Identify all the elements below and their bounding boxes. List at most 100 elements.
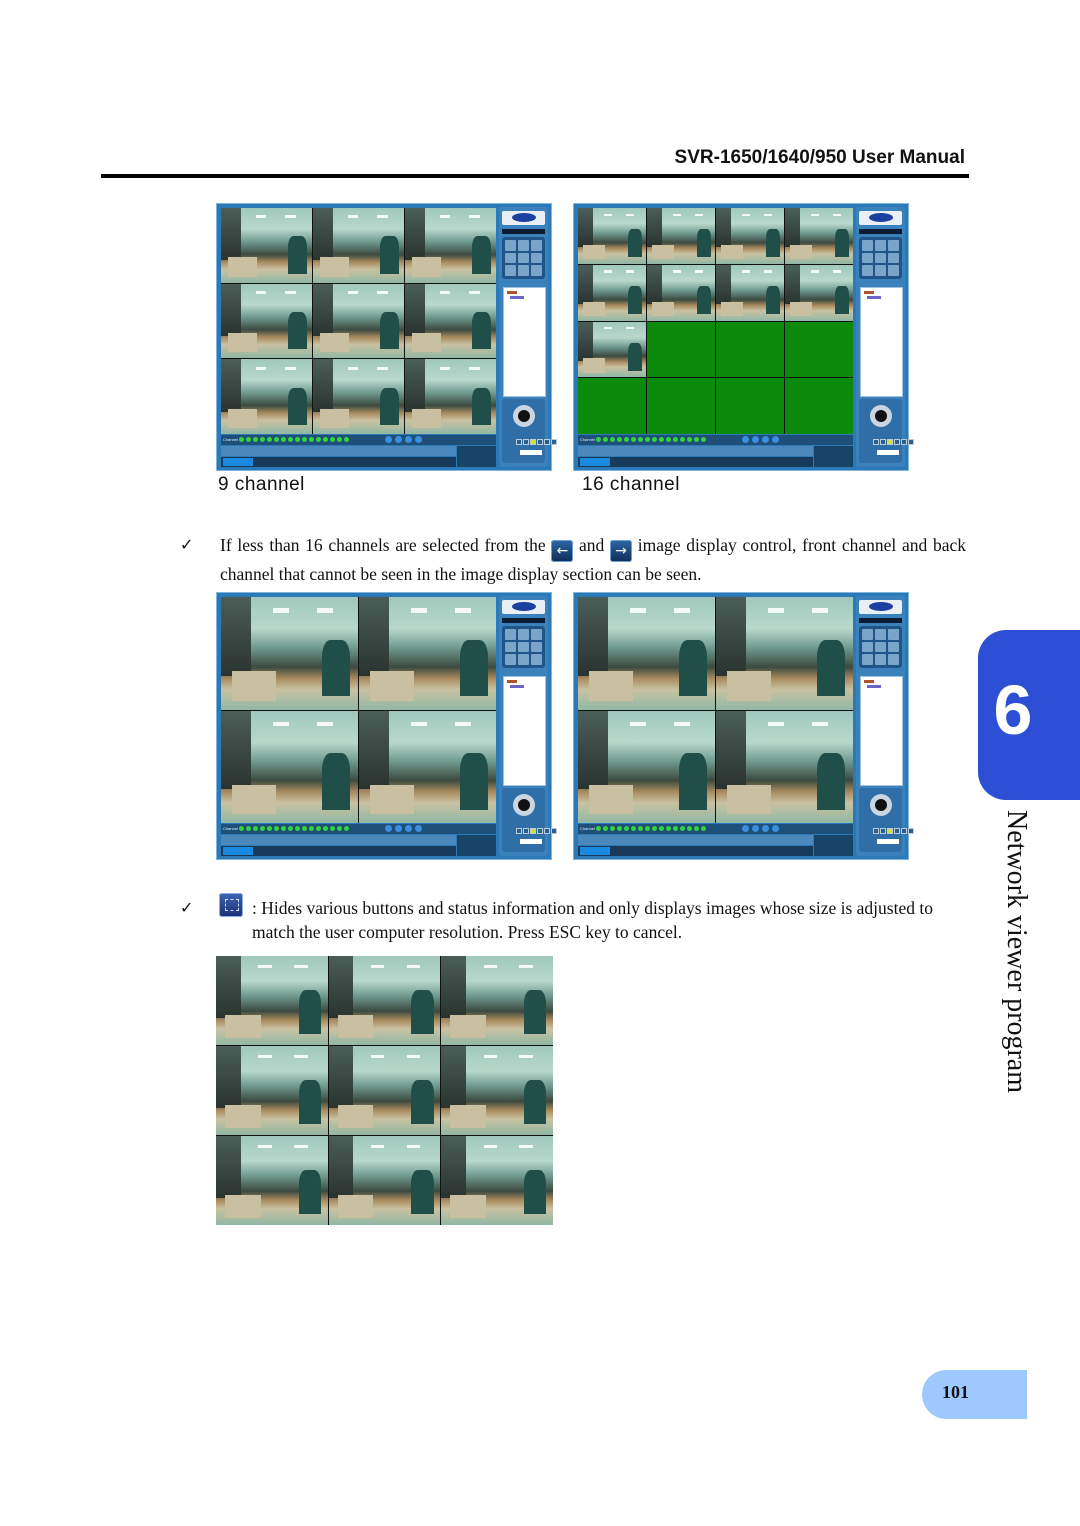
relay-button[interactable] bbox=[762, 825, 769, 832]
channel-led[interactable] bbox=[603, 826, 608, 831]
camera-feed[interactable] bbox=[359, 710, 496, 823]
camera-feed[interactable] bbox=[313, 359, 404, 434]
channel-led[interactable] bbox=[631, 437, 636, 442]
channel-led[interactable] bbox=[309, 826, 314, 831]
channel-led[interactable] bbox=[659, 437, 664, 442]
camera-feed[interactable] bbox=[716, 264, 784, 321]
relay-button[interactable] bbox=[772, 825, 779, 832]
channel-led[interactable] bbox=[652, 437, 657, 442]
speed-level[interactable] bbox=[551, 828, 557, 834]
speed-level[interactable] bbox=[530, 828, 536, 834]
camera-feed[interactable] bbox=[221, 359, 312, 434]
camera-feed[interactable] bbox=[328, 1136, 441, 1225]
channel-led[interactable] bbox=[680, 437, 685, 442]
channel-led[interactable] bbox=[330, 826, 335, 831]
channel-led[interactable] bbox=[638, 826, 643, 831]
channel-led[interactable] bbox=[239, 437, 244, 442]
camera-feed[interactable] bbox=[221, 208, 312, 283]
channel-led[interactable] bbox=[694, 826, 699, 831]
camera-feed[interactable] bbox=[328, 1046, 441, 1135]
channel-led[interactable] bbox=[610, 437, 615, 442]
empty-camera-tile[interactable] bbox=[716, 378, 784, 434]
channel-led[interactable] bbox=[645, 437, 650, 442]
speed-level[interactable] bbox=[894, 828, 900, 834]
channel-led[interactable] bbox=[288, 826, 293, 831]
channel-led[interactable] bbox=[253, 826, 258, 831]
channel-led[interactable] bbox=[666, 826, 671, 831]
camera-feed[interactable] bbox=[441, 1046, 553, 1135]
camera-feed[interactable] bbox=[441, 1136, 553, 1225]
speed-level[interactable] bbox=[544, 439, 550, 445]
speed-level[interactable] bbox=[537, 828, 543, 834]
channel-led[interactable] bbox=[274, 437, 279, 442]
speed-level[interactable] bbox=[901, 828, 907, 834]
channel-led[interactable] bbox=[260, 437, 265, 442]
relay-button[interactable] bbox=[752, 436, 759, 443]
speed-level[interactable] bbox=[873, 439, 879, 445]
camera-feed[interactable] bbox=[216, 1136, 328, 1225]
channel-led[interactable] bbox=[701, 826, 706, 831]
channel-led[interactable] bbox=[288, 437, 293, 442]
relay-button[interactable] bbox=[742, 825, 749, 832]
channel-led[interactable] bbox=[687, 826, 692, 831]
channel-led[interactable] bbox=[302, 826, 307, 831]
speed-level[interactable] bbox=[516, 439, 522, 445]
camera-feed[interactable] bbox=[221, 283, 312, 359]
relay-button[interactable] bbox=[752, 825, 759, 832]
speed-level[interactable] bbox=[551, 439, 557, 445]
channel-led[interactable] bbox=[624, 437, 629, 442]
channel-led[interactable] bbox=[694, 437, 699, 442]
channel-led[interactable] bbox=[267, 437, 272, 442]
camera-feed[interactable] bbox=[313, 283, 404, 359]
channel-led[interactable] bbox=[680, 826, 685, 831]
camera-feed[interactable] bbox=[578, 264, 646, 321]
channel-led[interactable] bbox=[337, 437, 342, 442]
relay-button[interactable] bbox=[415, 825, 422, 832]
channel-led[interactable] bbox=[645, 826, 650, 831]
channel-led[interactable] bbox=[330, 437, 335, 442]
speed-level[interactable] bbox=[880, 439, 886, 445]
camera-feed[interactable] bbox=[328, 956, 441, 1045]
camera-feed[interactable] bbox=[313, 208, 404, 283]
relay-button[interactable] bbox=[405, 825, 412, 832]
channel-led[interactable] bbox=[596, 826, 601, 831]
channel-led[interactable] bbox=[652, 826, 657, 831]
channel-led[interactable] bbox=[246, 437, 251, 442]
camera-feed[interactable] bbox=[578, 208, 646, 264]
relay-button[interactable] bbox=[385, 825, 392, 832]
channel-led[interactable] bbox=[295, 437, 300, 442]
camera-feed[interactable] bbox=[359, 597, 496, 710]
speed-level[interactable] bbox=[908, 439, 914, 445]
camera-feed[interactable] bbox=[216, 1046, 328, 1135]
empty-camera-tile[interactable] bbox=[578, 378, 646, 434]
speed-level[interactable] bbox=[901, 439, 907, 445]
relay-button[interactable] bbox=[395, 436, 402, 443]
channel-led[interactable] bbox=[687, 437, 692, 442]
channel-led[interactable] bbox=[323, 826, 328, 831]
camera-feed[interactable] bbox=[221, 597, 358, 710]
channel-led[interactable] bbox=[281, 437, 286, 442]
relay-button[interactable] bbox=[385, 436, 392, 443]
channel-led[interactable] bbox=[638, 437, 643, 442]
speed-level[interactable] bbox=[908, 828, 914, 834]
speed-level[interactable] bbox=[887, 439, 893, 445]
empty-camera-tile[interactable] bbox=[785, 378, 853, 434]
channel-led[interactable] bbox=[309, 437, 314, 442]
relay-button[interactable] bbox=[395, 825, 402, 832]
speed-level[interactable] bbox=[873, 828, 879, 834]
relay-button[interactable] bbox=[762, 436, 769, 443]
channel-led[interactable] bbox=[281, 826, 286, 831]
channel-led[interactable] bbox=[246, 826, 251, 831]
channel-led[interactable] bbox=[302, 437, 307, 442]
speed-level[interactable] bbox=[544, 828, 550, 834]
channel-led[interactable] bbox=[673, 826, 678, 831]
channel-led[interactable] bbox=[239, 826, 244, 831]
channel-led[interactable] bbox=[659, 826, 664, 831]
camera-feed[interactable] bbox=[785, 208, 853, 264]
channel-led[interactable] bbox=[673, 437, 678, 442]
channel-led[interactable] bbox=[344, 437, 349, 442]
relay-button[interactable] bbox=[415, 436, 422, 443]
camera-feed[interactable] bbox=[578, 597, 715, 710]
speed-level[interactable] bbox=[894, 439, 900, 445]
channel-led[interactable] bbox=[344, 826, 349, 831]
